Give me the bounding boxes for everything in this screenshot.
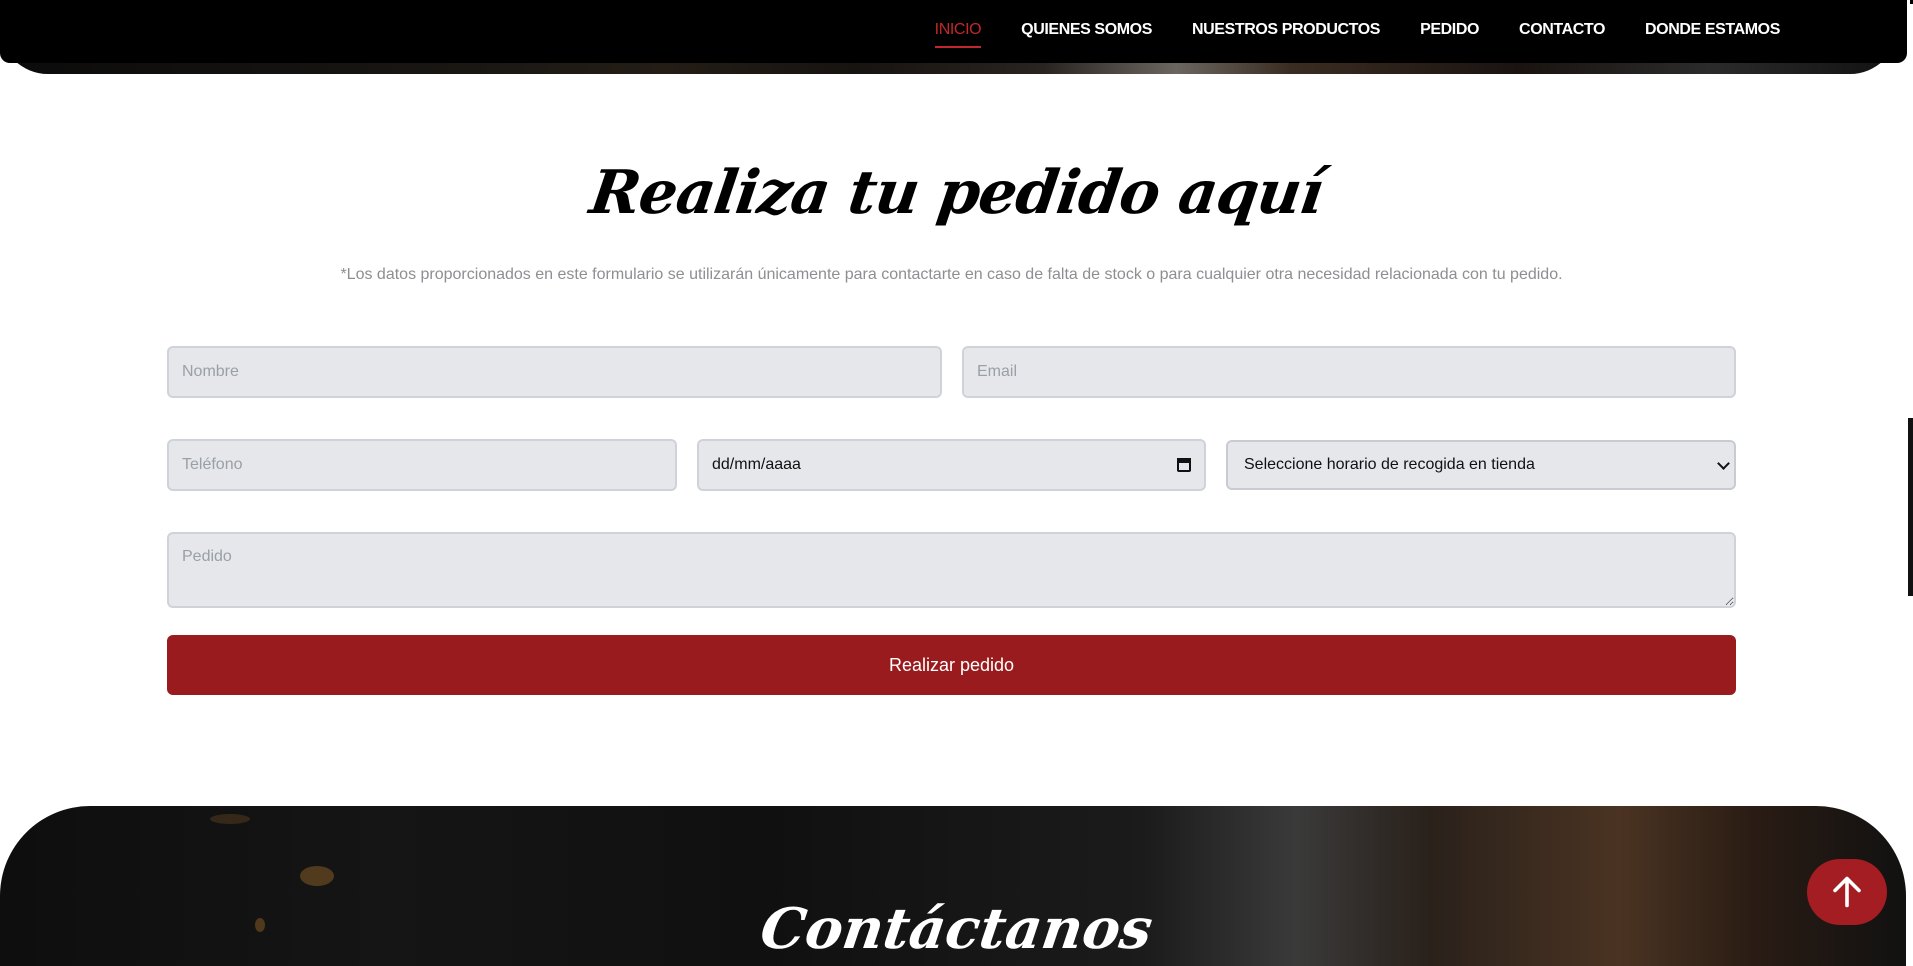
scroll-to-top-button[interactable] (1807, 859, 1887, 925)
name-input[interactable] (167, 346, 942, 398)
order-disclaimer: *Los datos proporcionados en este formul… (340, 266, 1563, 283)
nav-item-contacto[interactable]: CONTACTO (1519, 22, 1605, 38)
order-details-textarea[interactable] (167, 532, 1736, 608)
date-value: dd/mm/aaaa (712, 456, 801, 473)
pickup-date-input[interactable]: dd/mm/aaaa (697, 439, 1206, 491)
nav-item-donde-estamos[interactable]: DONDE ESTAMOS (1645, 22, 1780, 38)
nav-item-quienes-somos[interactable]: QUIENES SOMOS (1021, 22, 1152, 38)
scrollbar-thumb[interactable] (1908, 418, 1913, 596)
nav-item-inicio[interactable]: INICIO (934, 22, 982, 48)
contact-section-title: Contáctanos (756, 896, 1157, 962)
top-navbar: INICIO QUIENES SOMOS NUESTROS PRODUCTOS … (0, 0, 1907, 63)
nav-item-nuestros-productos[interactable]: NUESTROS PRODUCTOS (1192, 22, 1380, 38)
nav-links: INICIO QUIENES SOMOS NUESTROS PRODUCTOS … (934, 0, 1780, 60)
submit-order-button[interactable]: Realizar pedido (167, 635, 1736, 695)
phone-input[interactable] (167, 439, 677, 491)
email-input[interactable] (962, 346, 1736, 398)
background-speck (210, 814, 250, 824)
order-section-title: Realiza tu pedido aquí (585, 158, 1328, 228)
pickup-time-select[interactable]: Seleccione horario de recogida en tienda (1226, 440, 1736, 490)
background-speck (300, 866, 334, 886)
calendar-icon[interactable] (1177, 458, 1191, 472)
arrow-up-icon (1833, 876, 1861, 908)
chevron-down-icon (1717, 456, 1730, 470)
nav-item-pedido[interactable]: PEDIDO (1420, 22, 1479, 38)
pickup-time-select-value: Seleccione horario de recogida en tienda (1244, 456, 1535, 473)
